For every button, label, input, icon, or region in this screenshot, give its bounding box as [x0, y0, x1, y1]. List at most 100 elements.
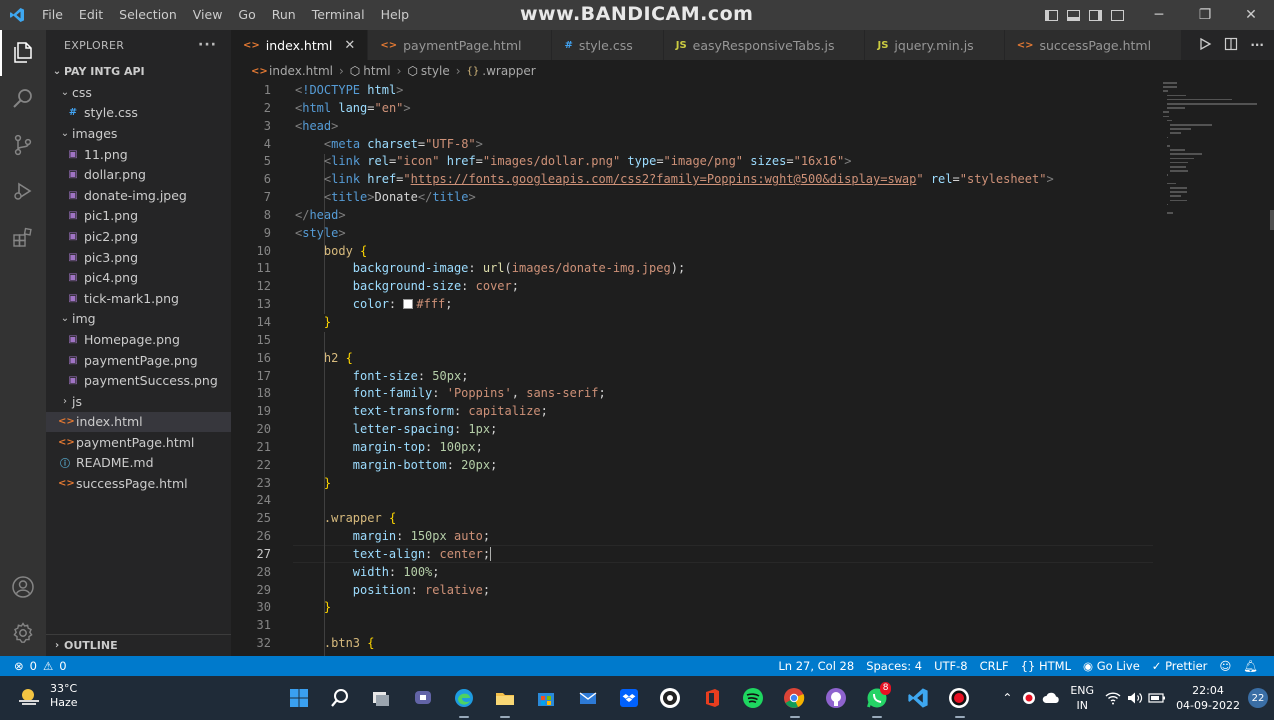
microsoft-store-icon[interactable]	[526, 676, 567, 720]
restore-button[interactable]: ❐	[1182, 0, 1228, 30]
code-line[interactable]: }	[295, 314, 1155, 332]
code-line[interactable]: <head>	[295, 118, 1155, 136]
scrollbar-thumb[interactable]	[1270, 210, 1274, 230]
battery-icon[interactable]	[1146, 692, 1168, 704]
file-item[interactable]: ▣ donate-img.jpeg	[46, 185, 231, 206]
breadcrumb-style[interactable]: style	[421, 64, 450, 78]
editor-scrollbar[interactable]	[1268, 82, 1274, 656]
code-line[interactable]: <!DOCTYPE html>	[295, 82, 1155, 100]
file-item[interactable]: ▣ paymentSuccess.png	[46, 370, 231, 391]
wifi-icon[interactable]	[1102, 691, 1124, 705]
bandicam-record-icon[interactable]	[939, 676, 980, 720]
file-explorer-icon[interactable]	[484, 676, 525, 720]
folder-item[interactable]: › js	[46, 391, 231, 412]
minimize-button[interactable]: ─	[1136, 0, 1182, 30]
indentation[interactable]: Spaces: 4	[860, 659, 928, 673]
notification-center-badge[interactable]: 22	[1248, 688, 1268, 708]
task-view-icon[interactable]	[361, 676, 402, 720]
split-editor-icon[interactable]	[1224, 37, 1238, 54]
code-line[interactable]: h2 {	[295, 350, 1155, 368]
customize-layout-icon[interactable]	[1106, 0, 1128, 30]
outline-section-header[interactable]: › OUTLINE	[46, 634, 231, 656]
code-editor[interactable]: 1 2 3 4 5 6 7 8 9 10 11 12 13 14 15 16 17 18 19 20 21 22 23 24 2…	[231, 82, 1274, 656]
prettier-button[interactable]: ✓ Prettier	[1146, 659, 1214, 673]
github-desktop-icon[interactable]	[650, 676, 691, 720]
code-line[interactable]: <meta charset="UTF-8">	[295, 136, 1155, 154]
code-line[interactable]	[295, 617, 1155, 635]
teams-chat-icon[interactable]	[402, 676, 443, 720]
cursor-position[interactable]: Ln 27, Col 28	[772, 659, 860, 673]
file-item[interactable]: ▣ Homepage.png	[46, 329, 231, 350]
code-line[interactable]: text-align: center;	[295, 546, 1155, 564]
menu-file[interactable]: File	[34, 0, 71, 30]
source-control-icon[interactable]	[0, 122, 46, 168]
editor-tab[interactable]: <> successPage.html	[1004, 30, 1183, 60]
menu-help[interactable]: Help	[373, 0, 418, 30]
code-line[interactable]: .btn3 {	[295, 635, 1155, 653]
file-item[interactable]: # style.css	[46, 103, 231, 124]
file-item[interactable]: <> index.html	[46, 411, 231, 433]
file-item[interactable]: ▣ pic2.png	[46, 226, 231, 247]
folder-item[interactable]: ⌄ images	[46, 123, 231, 144]
record-tray-icon[interactable]	[1018, 691, 1040, 705]
file-item[interactable]: <> paymentPage.html	[46, 432, 231, 453]
vscode-taskbar-icon[interactable]	[897, 676, 938, 720]
code-line[interactable]: <link href="https://fonts.googleapis.com…	[295, 171, 1155, 189]
code-line[interactable]: font-size: 50px;	[295, 368, 1155, 386]
breadcrumb-html[interactable]: html	[363, 64, 390, 78]
settings-gear-icon[interactable]	[0, 610, 46, 656]
problems-indicator[interactable]: ⊗ 0 ⚠ 0	[0, 659, 67, 673]
toggle-secondary-sidebar-icon[interactable]	[1084, 0, 1106, 30]
code-line[interactable]: width: 100%;	[295, 564, 1155, 582]
github-icon[interactable]	[815, 676, 856, 720]
code-line[interactable]	[295, 332, 1155, 350]
file-item[interactable]: <> successPage.html	[46, 473, 231, 494]
code-line[interactable]: <link rel="icon" href="images/dollar.png…	[295, 153, 1155, 171]
file-item[interactable]: ▣ pic3.png	[46, 247, 231, 268]
weather-widget[interactable]: 33°C Haze	[16, 682, 78, 710]
code-line[interactable]: <html lang="en">	[295, 100, 1155, 118]
code-line[interactable]: <style>	[295, 225, 1155, 243]
editor-tab[interactable]: # style.css	[552, 30, 664, 60]
code-line[interactable]: margin-top: 100px;	[295, 439, 1155, 457]
close-tab-icon[interactable]: ✕	[344, 38, 355, 53]
menu-go[interactable]: Go	[230, 0, 263, 30]
file-item[interactable]: ▣ pic1.png	[46, 206, 231, 227]
code-line[interactable]: background-size: cover;	[295, 278, 1155, 296]
menu-run[interactable]: Run	[264, 0, 304, 30]
breadcrumb-selector[interactable]: .wrapper	[482, 64, 535, 78]
code-line[interactable]: margin: 150px auto;	[295, 528, 1155, 546]
vscode-logo-icon[interactable]	[0, 0, 34, 30]
code-line[interactable]: .wrapper {	[295, 510, 1155, 528]
minimap[interactable]	[1159, 82, 1269, 242]
editor-tab[interactable]: JS jquery.min.js	[865, 30, 1005, 60]
code-line[interactable]: body {	[295, 243, 1155, 261]
file-item[interactable]: ▣ dollar.png	[46, 164, 231, 185]
explorer-icon[interactable]	[0, 30, 46, 76]
code-line[interactable]: }	[295, 475, 1155, 493]
file-item[interactable]: ▣ pic4.png	[46, 267, 231, 288]
whatsapp-icon[interactable]: 8	[856, 676, 897, 720]
file-item[interactable]: ▣ tick-mark1.png	[46, 288, 231, 309]
file-item[interactable]: ▣ paymentPage.png	[46, 350, 231, 371]
folder-item[interactable]: ⌄ css	[46, 82, 231, 103]
code-line[interactable]	[295, 492, 1155, 510]
file-item[interactable]: ▣ 11.png	[46, 144, 231, 165]
volume-icon[interactable]	[1124, 691, 1146, 705]
cloud-icon[interactable]	[1040, 692, 1062, 704]
toggle-sidebar-icon[interactable]	[1040, 0, 1062, 30]
end-of-line[interactable]: CRLF	[974, 659, 1015, 673]
chevron-up-icon[interactable]: ⌃	[996, 691, 1018, 705]
breadcrumb-file[interactable]: index.html	[269, 64, 333, 78]
language-mode[interactable]: {} HTML	[1015, 659, 1077, 673]
menu-edit[interactable]: Edit	[71, 0, 111, 30]
code-line[interactable]: text-transform: capitalize;	[295, 403, 1155, 421]
editor-tab[interactable]: JS easyResponsiveTabs.js	[663, 30, 866, 60]
chrome-icon[interactable]	[774, 676, 815, 720]
search-icon[interactable]	[0, 76, 46, 122]
system-clock[interactable]: 22:04 04-09-2022	[1176, 683, 1240, 713]
code-line[interactable]: margin-bottom: 20px;	[295, 457, 1155, 475]
input-language[interactable]: ENG IN	[1070, 683, 1094, 713]
run-debug-icon[interactable]	[0, 168, 46, 214]
file-item[interactable]: ⓘ README.md	[46, 453, 231, 474]
